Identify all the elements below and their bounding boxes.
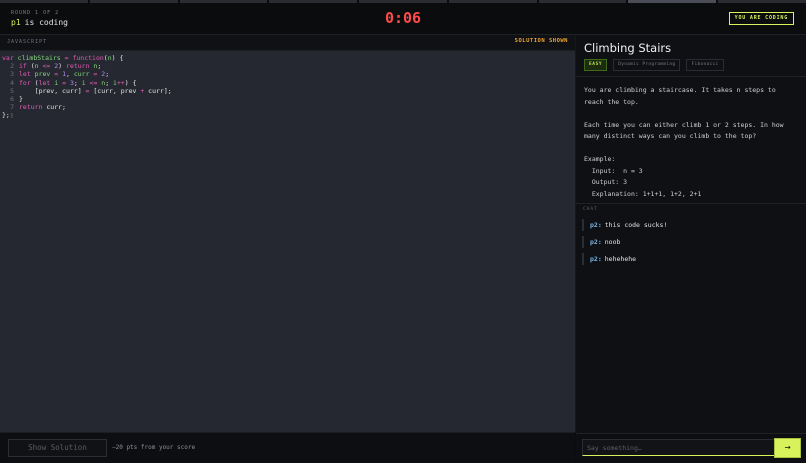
code-editor[interactable]: JAVASCRIPT SOLUTION SHOWN var climbStair… [0, 35, 576, 432]
penalty-note: −20 pts from your score [112, 444, 196, 451]
code-line: 5 [prev, curr] = [curr, prev + curr]; [10, 86, 172, 95]
example-label: Example: [584, 155, 616, 163]
chat-messages: p2: this code sucks! p2: noob p2: hehehehe [576, 215, 806, 265]
chat-message: p2: this code sucks! [582, 219, 806, 231]
chat-user: p2: [590, 255, 602, 263]
code-line: };▯ [2, 111, 14, 120]
chat-user: p2: [590, 238, 602, 246]
problem-title: Climbing Stairs [584, 41, 672, 55]
editor-toolbar: JAVASCRIPT SOLUTION SHOWN [0, 35, 575, 51]
problem-header: Climbing Stairs EASY Dynamic Programming… [576, 35, 806, 77]
problem-tags: EASY Dynamic Programming Fibonacci [584, 59, 724, 71]
code-line: 7 return curr; [10, 103, 66, 112]
game-header: ROUND 1 OF 2 p1 is coding 0:06 YOU ARE CO… [0, 3, 806, 35]
chat-input[interactable] [582, 439, 777, 456]
chat-label: CHAT [576, 203, 806, 215]
chat-message: p2: noob [582, 236, 806, 248]
chat-user: p2: [590, 221, 602, 229]
example-output: Output: 3 [584, 178, 628, 186]
chat-message: p2: hehehehe [582, 253, 806, 265]
description-paragraph: Each time you can either climb 1 or 2 st… [584, 120, 784, 141]
topic-tag: Fibonacci [686, 59, 724, 71]
send-arrow-icon[interactable]: → [774, 438, 801, 458]
example-explanation: Explanation: 1+1+1, 1+2, 2+1 [584, 189, 702, 198]
code-line: 4 for (let i = 3; i <= n; i++) { [10, 78, 137, 87]
problem-description: You are climbing a staircase. It takes n… [576, 77, 806, 203]
code-line: 6} [10, 94, 23, 103]
chat-text: hehehehe [604, 255, 637, 263]
language-label: JAVASCRIPT [7, 39, 48, 45]
chat-text: noob [604, 238, 621, 246]
problem-panel: Climbing Stairs EASY Dynamic Programming… [576, 35, 806, 463]
topic-tag: Dynamic Programming [613, 59, 681, 71]
difficulty-badge: EASY [584, 59, 608, 71]
role-badge: YOU ARE CODING [728, 12, 794, 25]
solution-status: SOLUTION SHOWN [514, 38, 568, 44]
code-line: var climbStairs = function(n) { [2, 54, 124, 62]
code-line: 2 if (n <= 2) return n; [10, 62, 102, 71]
code-content[interactable]: var climbStairs = function(n) { 2 if (n <… [0, 51, 575, 120]
chat-composer: → [576, 433, 806, 463]
example-input: Input: n = 3 [584, 166, 643, 175]
chat-text: this code sucks! [604, 221, 668, 229]
code-line: 3 let prev = 1, curr = 2; [10, 70, 110, 79]
countdown-timer: 0:06 [384, 9, 422, 27]
description-paragraph: You are climbing a staircase. It takes n… [584, 86, 776, 106]
editor-footer: Show Solution −20 pts from your score [0, 432, 575, 463]
show-solution-button[interactable]: Show Solution [8, 439, 107, 457]
